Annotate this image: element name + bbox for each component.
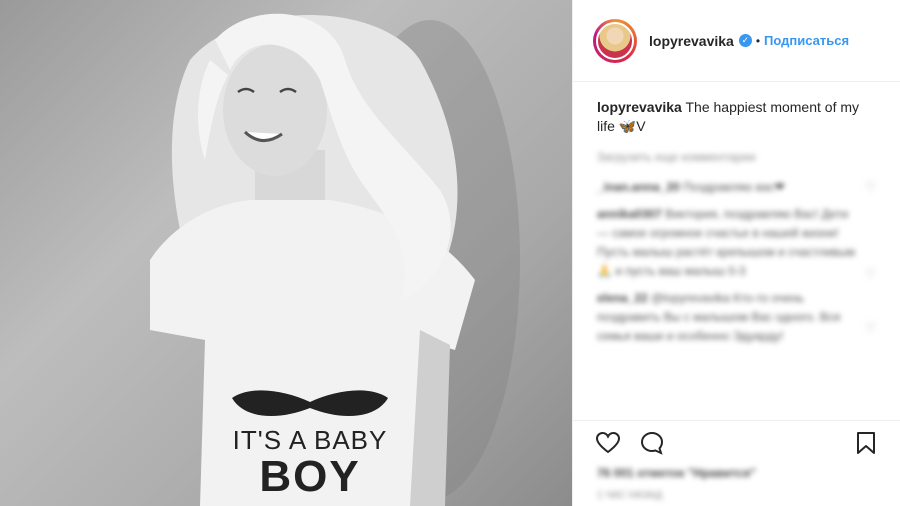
comments-list: _inan.anna_20 Поздравляю вас❤ ♡ annika03… <box>573 178 900 346</box>
avatar[interactable] <box>593 18 637 63</box>
separator-dot: • <box>755 33 761 48</box>
load-more-comments-link[interactable]: Загрузить еще комментарии <box>573 136 900 164</box>
post-timestamp: 1 ЧАС НАЗАД <box>597 490 663 501</box>
bookmark-icon[interactable] <box>851 428 881 458</box>
caption-tail: V <box>636 118 646 134</box>
shirt-text-line2: BOY <box>259 452 361 501</box>
post-photo[interactable]: IT'S A BABY BOY <box>0 0 572 506</box>
post-caption: lopyrevavika The happiest moment of my l… <box>573 82 900 136</box>
comment-username[interactable]: elena_22 <box>597 291 648 305</box>
post-header: lopyrevavika ✓ • Подписаться <box>573 0 900 82</box>
comment-item: annika0307 Виктория, поздравляю Вас! Дет… <box>573 205 900 281</box>
comment-username[interactable]: annika0307 <box>597 207 662 221</box>
comment-like-icon[interactable]: ♡ <box>865 265 876 284</box>
post-actions-bar <box>573 420 900 464</box>
comment-username[interactable]: _inan.anna_20 <box>597 180 680 194</box>
heart-icon[interactable] <box>593 428 623 458</box>
comment-item: elena_22 @lopyrevavika Кто-то очень позд… <box>573 289 900 346</box>
comment-like-icon[interactable]: ♡ <box>865 178 876 197</box>
likes-count[interactable]: 76 001 отметок "Нравится" <box>597 466 756 480</box>
comment-item: _inan.anna_20 Поздравляю вас❤ ♡ <box>573 178 900 197</box>
butterfly-emoji: 🦋 <box>618 118 637 134</box>
comment-text: Поздравляю вас❤ <box>683 180 785 194</box>
verified-badge-icon: ✓ <box>738 34 752 47</box>
follow-button[interactable]: Подписаться <box>764 33 849 48</box>
caption-username[interactable]: lopyrevavika <box>597 99 682 115</box>
comment-icon[interactable] <box>637 428 667 458</box>
post-side-panel: lopyrevavika ✓ • Подписаться lopyrevavik… <box>572 0 900 506</box>
username-link[interactable]: lopyrevavika <box>649 33 734 49</box>
comment-like-icon[interactable]: ♡ <box>865 319 876 338</box>
avatar-image <box>596 21 634 60</box>
